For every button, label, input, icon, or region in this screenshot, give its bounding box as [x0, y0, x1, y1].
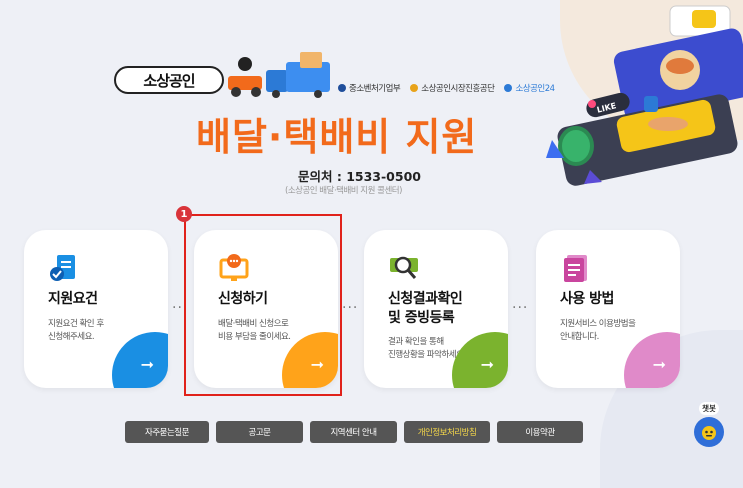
step-number-badge: 1	[176, 206, 192, 222]
chatbot-icon[interactable]	[694, 417, 724, 447]
terms-button[interactable]: 이용약관	[497, 421, 583, 443]
chatbot-button[interactable]: 챗봇	[692, 396, 726, 447]
organization-logos: 중소벤처기업부 소상공인시장진흥공단 소상공인24	[338, 82, 555, 94]
notice-button[interactable]: 공고문	[216, 421, 303, 443]
government-emblem-icon	[338, 84, 346, 92]
contact-description: (소상공인 배달·택배비 지원 콜센터)	[285, 186, 402, 196]
step-connector: ···	[342, 300, 359, 316]
magnifier-icon	[390, 256, 418, 279]
page-title: 배달·택배비 지원	[196, 115, 478, 159]
semas-emblem-icon	[410, 84, 419, 92]
card-description: 지원서비스 이용방법을 안내합니다.	[560, 319, 636, 342]
privacy-policy-button[interactable]: 개인정보처리방침	[404, 421, 490, 443]
delivery-app-illustration: LIKE	[546, 5, 743, 186]
chatbot-label: 챗봇	[699, 402, 719, 415]
org-logo: 중소벤처기업부	[338, 82, 401, 94]
document-check-icon	[50, 255, 75, 281]
notebook-icon	[564, 255, 587, 282]
faq-button[interactable]: 자주묻는질문	[125, 421, 209, 443]
card-title: 신청결과확인 및 증빙등록	[388, 291, 463, 326]
card-description: 결과 확인을 통해 진행상황을 파악하세요.	[388, 337, 466, 360]
org-logo: 소상공인시장진흥공단	[410, 82, 495, 94]
arrow-right-icon[interactable]: ➞	[481, 355, 494, 374]
robot-face-icon	[702, 426, 716, 440]
card-eligibility[interactable]: 지원요건 지원요건 확인 후 신청해주세요. ➞	[24, 230, 168, 388]
card-usage-guide[interactable]: 사용 방법 지원서비스 이용방법을 안내합니다. ➞	[536, 230, 680, 388]
delivery-truck-illustration	[228, 52, 330, 98]
regional-center-button[interactable]: 지역센터 안내	[310, 421, 397, 443]
card-title: 사용 방법	[560, 291, 614, 307]
org-logo: 소상공인24	[504, 82, 555, 94]
brand-badge: 소상공인	[114, 66, 224, 94]
arrow-right-icon[interactable]: ➞	[653, 355, 666, 374]
highlight-box	[184, 214, 342, 396]
footer-link-bar: 자주묻는질문 공고문 지역센터 안내 개인정보처리방침 이용약관	[125, 421, 583, 443]
card-title: 지원요건	[48, 291, 98, 307]
sbiz24-emblem-icon	[504, 84, 513, 92]
arrow-right-icon[interactable]: ➞	[141, 355, 154, 374]
card-description: 지원요건 확인 후 신청해주세요.	[48, 319, 104, 342]
contact-phone: 문의처 : 1533-0500	[298, 169, 421, 184]
step-connector: ···	[512, 300, 529, 316]
card-check-result[interactable]: 신청결과확인 및 증빙등록 결과 확인을 통해 진행상황을 파악하세요. ➞	[364, 230, 508, 388]
